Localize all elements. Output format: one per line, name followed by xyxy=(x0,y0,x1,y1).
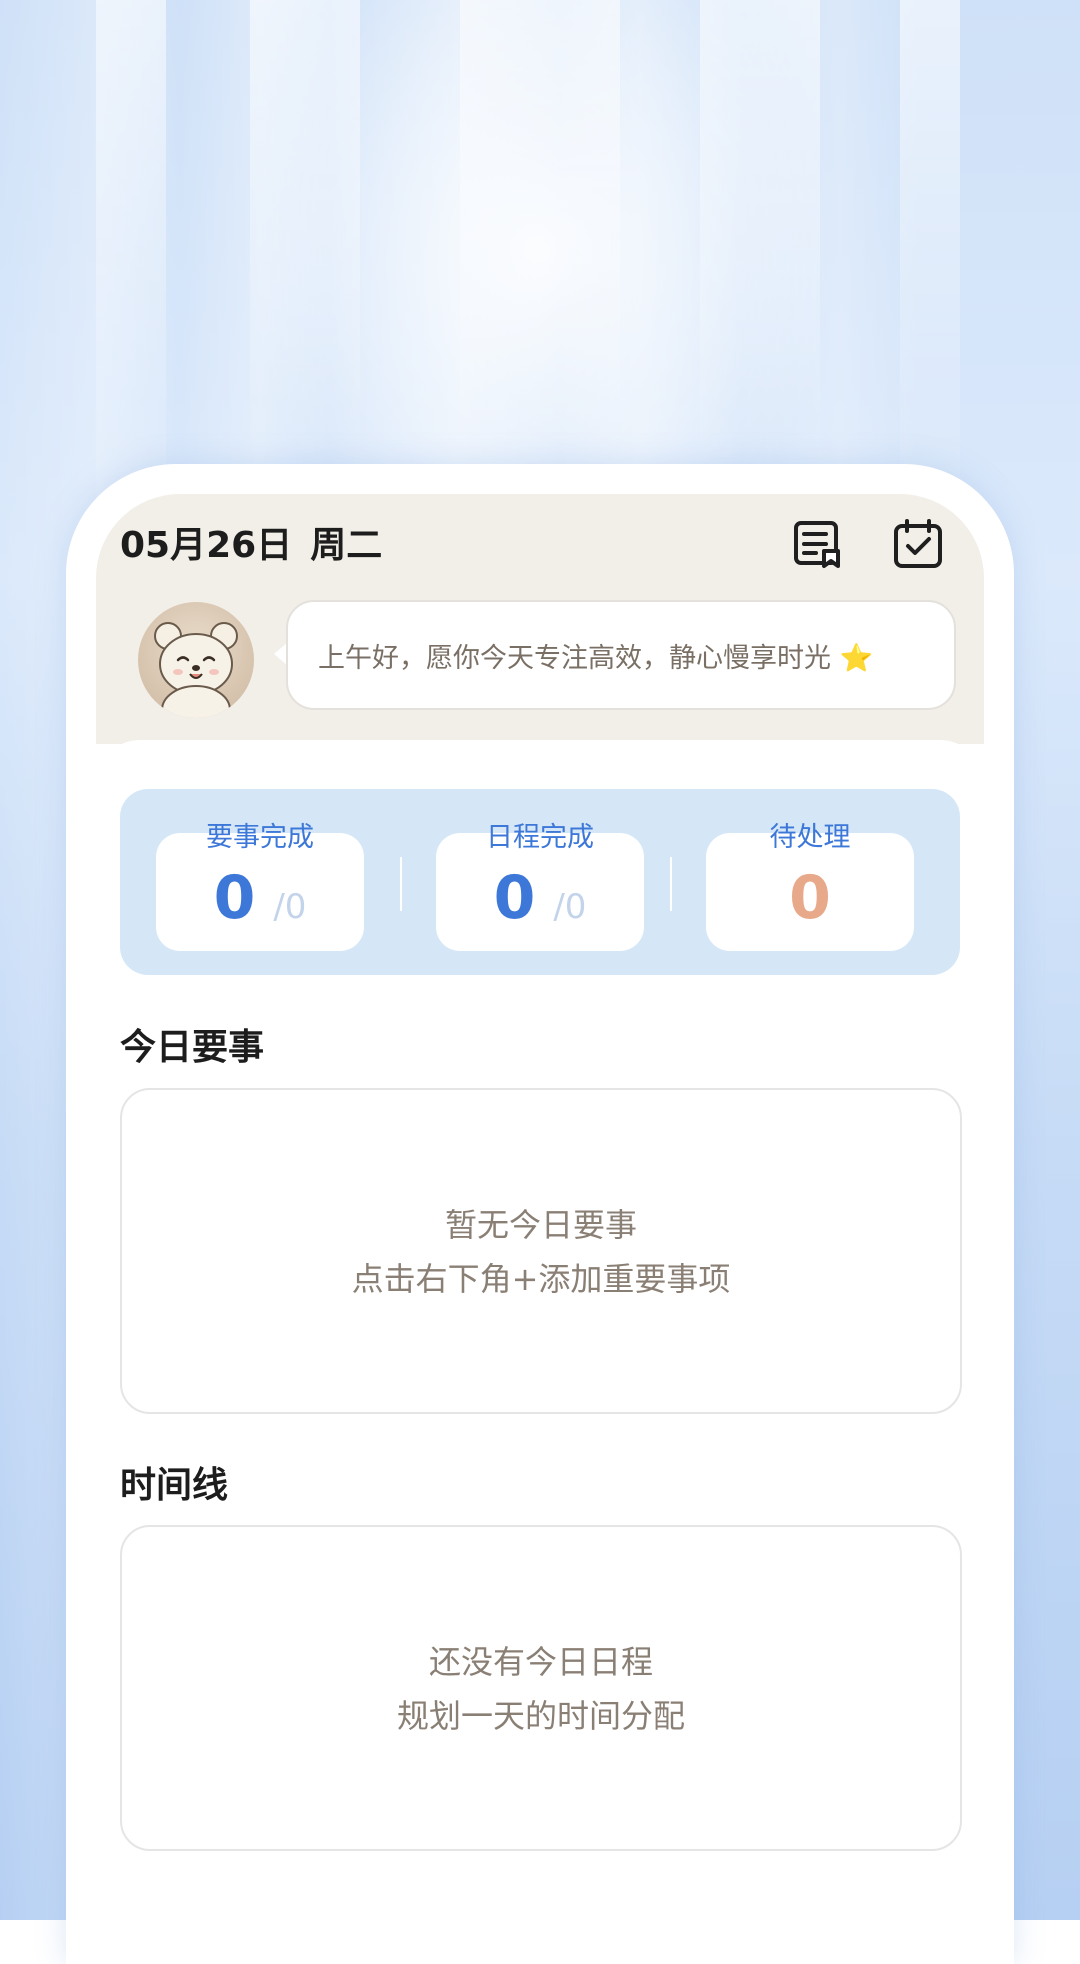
important-empty-box[interactable]: 暂无今日要事 点击右下角+添加重要事项 xyxy=(120,1088,962,1414)
stat-number: 0 xyxy=(213,863,256,933)
weekday-text: 周二 xyxy=(310,525,383,566)
header-panel: 05月26日 周二 上午好，愿你今天专注高效，静心慢享时光 ⭐ xyxy=(96,494,984,744)
light-beam xyxy=(250,0,360,470)
stat-total: /0 xyxy=(553,887,587,927)
stat-value: 0/0 xyxy=(156,863,364,942)
date-text: 05月26日 xyxy=(120,525,293,566)
stat-card-schedule[interactable]: 日程完成 0/0 xyxy=(436,822,644,951)
light-beam xyxy=(700,0,820,480)
timeline-empty-box[interactable]: 还没有今日日程 规划一天的时间分配 xyxy=(120,1525,962,1851)
date-display: 05月26日 周二 xyxy=(120,516,400,568)
stat-label: 待处理 xyxy=(769,822,851,853)
stat-number: 0 xyxy=(789,863,831,933)
empty-line: 还没有今日日程 xyxy=(428,1643,653,1681)
important-section-title: 今日要事 xyxy=(120,1027,265,1068)
app-screen: 05月26日 周二 上午好，愿你今天专注高效，静心慢享时光 ⭐ 要事完成 0 /… xyxy=(96,494,984,1924)
stat-card-important[interactable]: 要事完成 0/0 xyxy=(156,822,364,951)
calendar-check-icon[interactable] xyxy=(892,518,944,570)
empty-line: 规划一天的时间分配 xyxy=(396,1697,685,1735)
bear-avatar[interactable] xyxy=(138,602,254,718)
light-beam xyxy=(460,0,620,460)
greeting-bubble: 上午好，愿你今天专注高效，静心慢享时光 ⭐ xyxy=(286,600,956,710)
stat-card-pending[interactable]: 待处理 0 xyxy=(706,822,914,951)
stat-value: 0/0 xyxy=(436,863,644,942)
stat-number: 0 xyxy=(493,863,536,933)
stat-total: /0 xyxy=(273,887,307,927)
stat-label: 日程完成 xyxy=(486,822,594,853)
stat-divider xyxy=(400,857,402,911)
greeting-text: 上午好，愿你今天专注高效，静心慢享时光 ⭐ xyxy=(318,643,874,674)
empty-line: 点击右下角+添加重要事项 xyxy=(351,1260,731,1298)
light-beam xyxy=(900,0,960,540)
timeline-section-title: 时间线 xyxy=(120,1465,229,1506)
stats-panel: 要事完成 0/0 日程完成 0/0 待处理 0 xyxy=(120,789,960,975)
stat-label: 要事完成 xyxy=(206,822,314,853)
empty-line: 暂无今日要事 xyxy=(444,1206,637,1244)
stat-divider xyxy=(670,857,672,911)
note-icon[interactable] xyxy=(792,518,844,570)
